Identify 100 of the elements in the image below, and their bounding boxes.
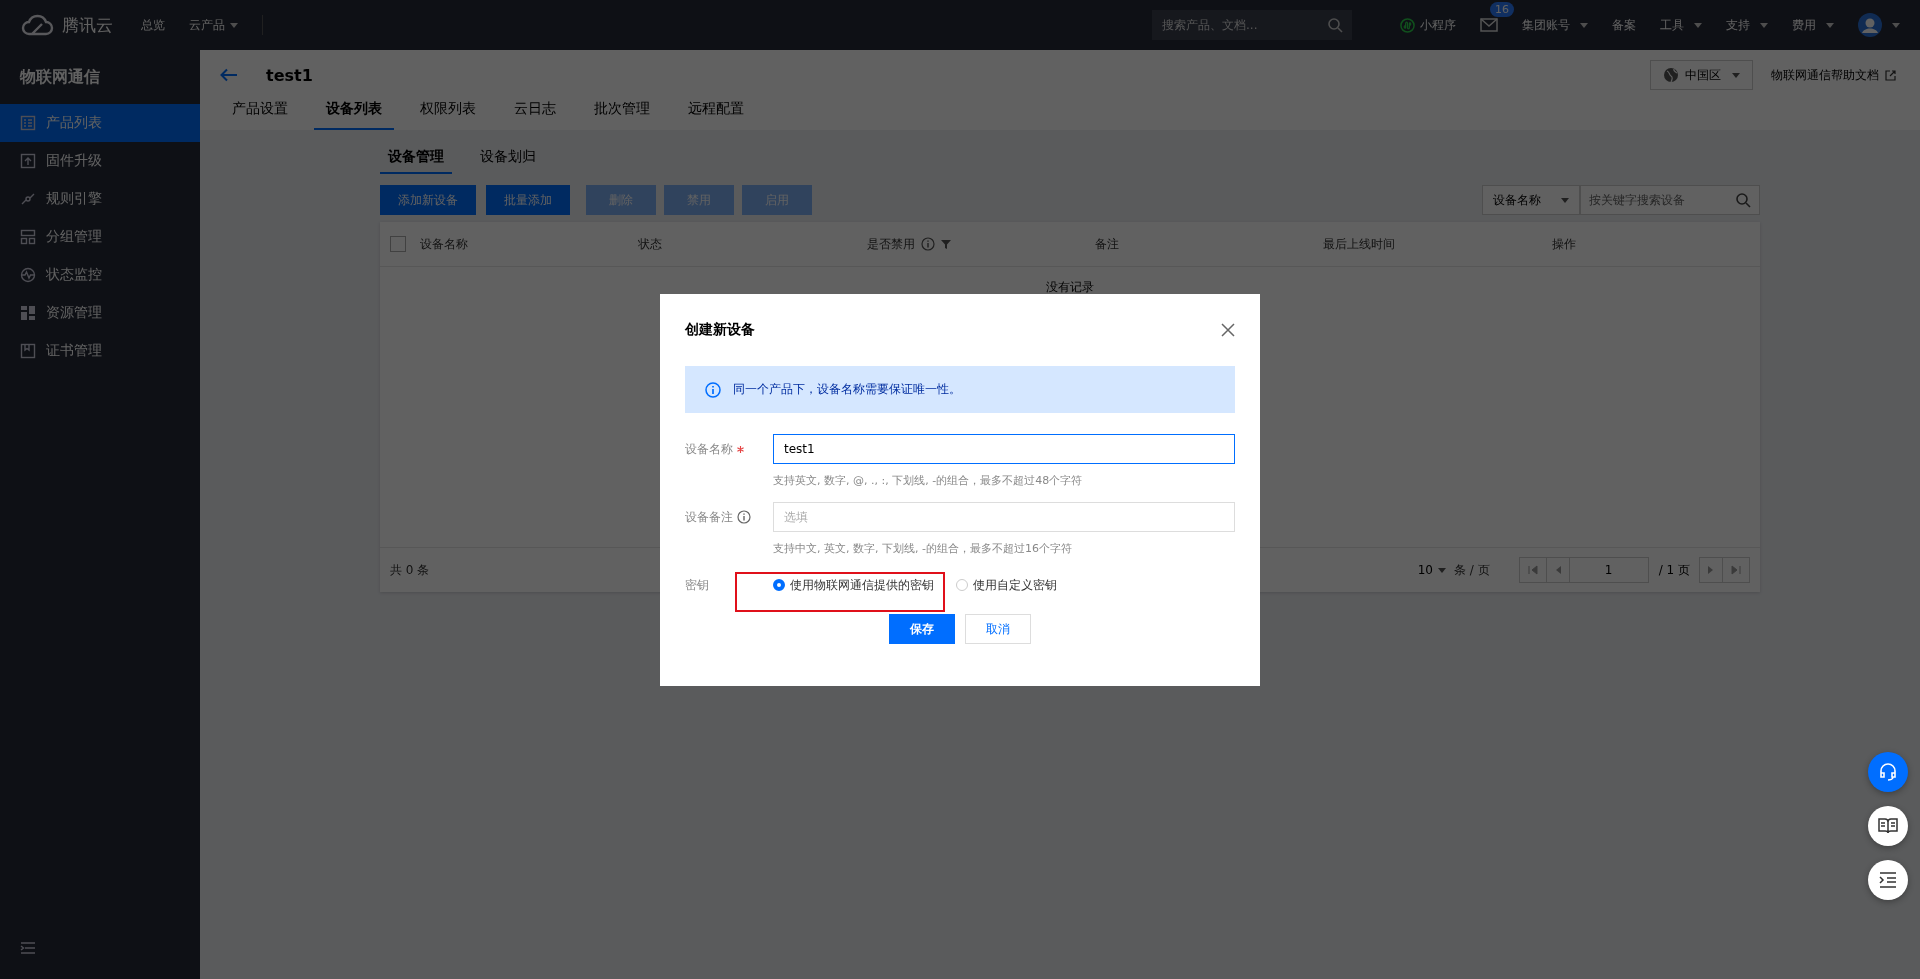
page-tab[interactable]: 云日志 xyxy=(502,100,568,130)
book-icon xyxy=(1878,817,1898,835)
search-icon xyxy=(1735,192,1751,208)
back-arrow-icon[interactable] xyxy=(220,68,238,82)
close-icon[interactable] xyxy=(1221,323,1235,337)
nav-menu[interactable]: 费用 xyxy=(1792,16,1834,34)
nav-menu[interactable]: 集团账号 xyxy=(1522,16,1588,34)
field-label: 设备名称 xyxy=(685,440,733,458)
bookmark-icon xyxy=(20,343,36,359)
notice-text: 同一个产品下，设备名称需要保证唯一性。 xyxy=(733,381,961,398)
radio-label[interactable]: 使用自定义密钥 xyxy=(973,576,1057,594)
page-tab[interactable]: 批次管理 xyxy=(582,100,662,130)
info-icon xyxy=(705,381,721,398)
sub-tab[interactable]: 设备管理 xyxy=(380,144,452,174)
mini-program-icon xyxy=(1400,17,1415,33)
globe-icon xyxy=(1663,67,1679,83)
cloud-logo-icon xyxy=(20,14,54,36)
nav-menu[interactable]: 支持 xyxy=(1726,16,1768,34)
filter-icon[interactable] xyxy=(940,239,951,249)
last-page-icon[interactable] xyxy=(1722,557,1750,583)
action-button[interactable]: 添加新设备 xyxy=(380,185,476,215)
caret-icon xyxy=(1760,22,1768,28)
input-field[interactable]: test1 xyxy=(773,434,1235,464)
next-page-icon[interactable] xyxy=(1699,557,1723,583)
page-title: test1 xyxy=(266,65,313,85)
page-tab[interactable]: 产品设置 xyxy=(220,100,300,130)
caret-icon xyxy=(1892,22,1900,28)
notification-badge: 16 xyxy=(1490,2,1514,17)
caret-icon xyxy=(1732,72,1740,78)
mini-program-link[interactable]: 小程序 xyxy=(1400,16,1456,34)
upload-icon xyxy=(20,153,36,169)
total-count: 共 0 条 xyxy=(390,561,430,579)
region-select[interactable]: 中国区 xyxy=(1650,60,1753,90)
indent-list-icon xyxy=(1879,872,1897,888)
required-asterisk-icon xyxy=(737,445,744,453)
caret-icon xyxy=(1580,22,1588,28)
column-header: 操作 xyxy=(1551,235,1576,253)
docs-button[interactable] xyxy=(1868,806,1908,846)
filter-select[interactable]: 设备名称 xyxy=(1482,185,1580,215)
select-all-checkbox[interactable] xyxy=(390,236,406,252)
input-field[interactable]: 选填 xyxy=(773,502,1235,532)
field-label: 设备备注 xyxy=(685,508,733,526)
nav-link[interactable]: 总览 xyxy=(141,16,165,34)
avatar-menu[interactable] xyxy=(1858,13,1900,37)
headset-icon xyxy=(1878,762,1898,782)
list-icon xyxy=(20,115,36,131)
sub-tab[interactable]: 设备划归 xyxy=(472,144,544,174)
collapse-sidebar-icon[interactable] xyxy=(20,941,36,955)
page-tab[interactable]: 远程配置 xyxy=(676,100,756,130)
pulse-icon xyxy=(20,267,36,283)
field-hint: 支持中文, 英文, 数字, 下划线, -的组合，最多不超过16个字符 xyxy=(773,541,1073,556)
sidebar-title: 物联网通信 xyxy=(19,65,101,88)
info-icon xyxy=(737,510,751,524)
search-icon xyxy=(1327,17,1343,33)
page-size-select[interactable]: 10 xyxy=(1417,563,1446,577)
per-page-label: 条 / 页 xyxy=(1454,561,1490,579)
page-tab[interactable]: 权限列表 xyxy=(408,100,488,130)
logo-text[interactable]: 腾讯云 xyxy=(62,13,113,37)
external-link-icon xyxy=(1885,69,1896,81)
help-doc-link[interactable]: 物联网通信帮助文档 xyxy=(1771,66,1896,84)
cancel-button[interactable]: 取消 xyxy=(965,614,1031,644)
layout-icon xyxy=(20,229,36,245)
link-icon xyxy=(20,191,36,207)
sidebar-item[interactable]: 分组管理 xyxy=(0,218,200,256)
sidebar-item[interactable]: 资源管理 xyxy=(0,294,200,332)
outline-button[interactable] xyxy=(1868,860,1908,900)
nav-menu[interactable]: 备案 xyxy=(1612,16,1636,34)
sidebar-item[interactable]: 固件升级 xyxy=(0,142,200,180)
field-label: 密钥 xyxy=(685,576,709,594)
caret-icon xyxy=(1561,197,1569,203)
column-header: 是否禁用 xyxy=(866,235,915,253)
nav-menu[interactable]: 工具 xyxy=(1660,16,1702,34)
first-page-icon[interactable] xyxy=(1518,557,1547,583)
caret-icon xyxy=(230,22,238,28)
empty-message: 没有记录 xyxy=(1046,279,1094,296)
grid-icon xyxy=(20,305,36,321)
column-header: 备注 xyxy=(1095,235,1119,253)
radio-label[interactable]: 使用物联网通信提供的密钥 xyxy=(790,576,934,594)
page-tab[interactable]: 设备列表 xyxy=(314,100,394,130)
sidebar-item[interactable]: 状态监控 xyxy=(0,256,200,294)
dialog-title: 创建新设备 xyxy=(685,321,755,339)
support-button[interactable] xyxy=(1868,752,1908,792)
page-total: / 1 页 xyxy=(1657,561,1691,579)
sidebar-item[interactable]: 证书管理 xyxy=(0,332,200,370)
sidebar-item[interactable]: 规则引擎 xyxy=(0,180,200,218)
caret-icon xyxy=(1694,22,1702,28)
field-hint: 支持英文, 数字, @, ., :, 下划线, -的组合，最多不超过48个字符 xyxy=(773,473,1084,488)
column-header: 设备名称 xyxy=(420,235,468,253)
column-header: 状态 xyxy=(638,235,663,253)
mail-icon xyxy=(1480,18,1498,32)
radio-button[interactable] xyxy=(773,579,785,591)
caret-icon xyxy=(1826,22,1834,28)
sidebar-item[interactable]: 产品列表 xyxy=(0,104,200,142)
caret-icon xyxy=(1438,567,1446,573)
action-button[interactable]: 批量添加 xyxy=(486,185,570,215)
nav-link[interactable]: 云产品 xyxy=(189,16,238,34)
info-icon xyxy=(920,237,935,251)
radio-button[interactable] xyxy=(956,579,968,591)
page-input[interactable]: 1 xyxy=(1568,557,1649,583)
save-button[interactable]: 保存 xyxy=(889,614,955,644)
